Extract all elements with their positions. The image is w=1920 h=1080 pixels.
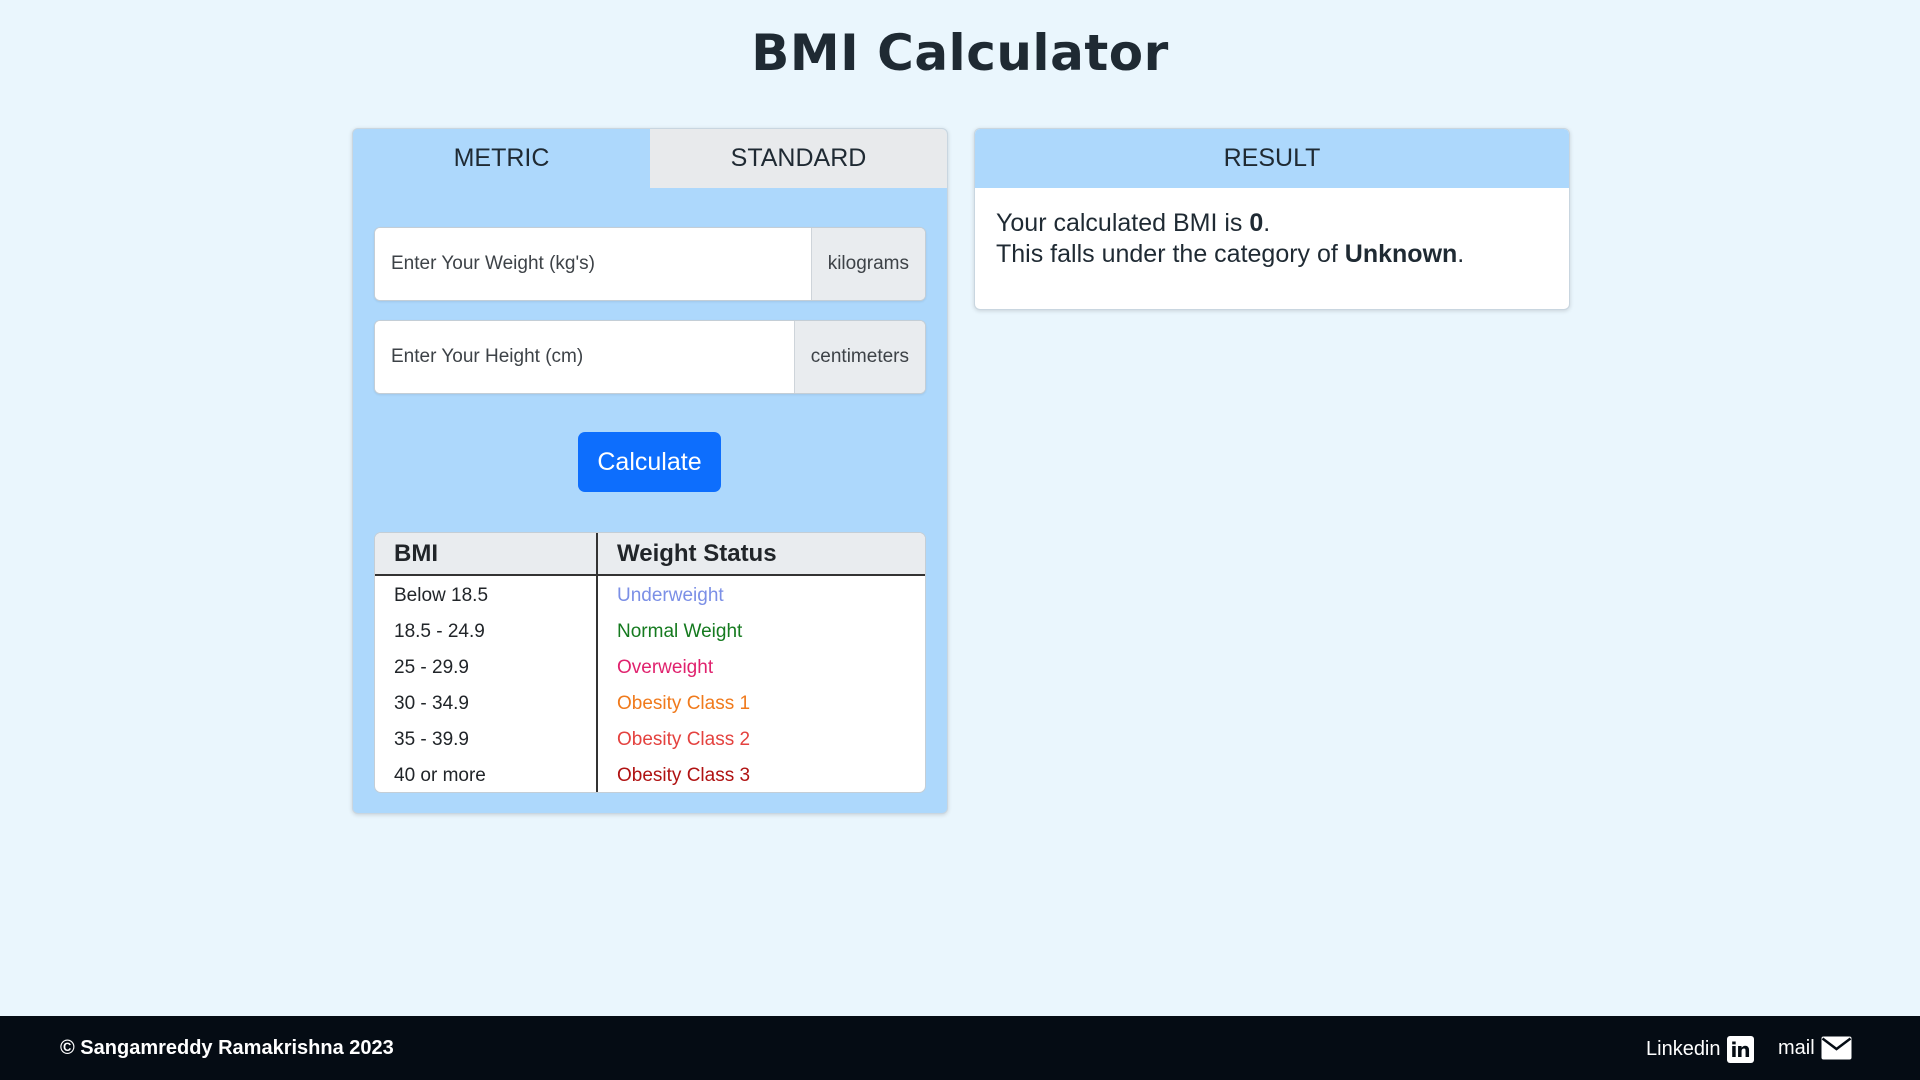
column-header-weight-status: Weight Status	[597, 533, 925, 576]
bmi-range-cell: 30 - 34.9	[375, 686, 598, 722]
bmi-result-suffix: .	[1263, 209, 1271, 237]
calculator-card: METRIC STANDARD kilograms centimeters Ca…	[352, 128, 948, 814]
tab-metric[interactable]: METRIC	[353, 129, 650, 188]
envelope-icon	[1821, 1036, 1852, 1060]
weight-status-cell: Obesity Class 3	[617, 765, 751, 786]
table-row: 35 - 39.9 Obesity Class 2	[375, 722, 925, 758]
page-title: BMI Calculator	[751, 24, 1169, 82]
table-row: 18.5 - 24.9 Normal Weight	[375, 614, 925, 650]
result-card: RESULT Your calculated BMI is 0. This fa…	[974, 128, 1570, 310]
unit-tabs: METRIC STANDARD	[353, 129, 947, 188]
mail-link[interactable]: mail	[1778, 1036, 1852, 1060]
height-unit-label: centimeters	[793, 321, 925, 393]
bmi-range-cell: 25 - 29.9	[375, 650, 598, 686]
category-suffix: .	[1457, 240, 1465, 268]
result-header: RESULT	[975, 129, 1569, 188]
bmi-range-cell: 35 - 39.9	[375, 722, 598, 758]
table-row: 25 - 29.9 Overweight	[375, 650, 925, 686]
bmi-result-line: Your calculated BMI is 0.	[996, 208, 1548, 239]
table-row: 30 - 34.9 Obesity Class 1	[375, 686, 925, 722]
calculate-button[interactable]: Calculate	[578, 432, 721, 492]
height-input[interactable]	[375, 321, 794, 393]
linkedin-icon: in	[1726, 1036, 1754, 1063]
bmi-range-cell: 18.5 - 24.9	[375, 614, 598, 650]
category-result-line: This falls under the category of Unknown…	[996, 239, 1548, 270]
table-row: 40 or more Obesity Class 3	[375, 758, 925, 792]
linkedin-link[interactable]: Linkedin in	[1646, 1036, 1754, 1063]
bmi-value: 0	[1249, 209, 1264, 237]
table-row: Below 18.5 Underweight	[375, 575, 925, 614]
category-prefix: This falls under the category of	[996, 240, 1345, 268]
table-header-row: BMI Weight Status	[375, 533, 925, 576]
result-text: Your calculated BMI is 0. This falls und…	[975, 188, 1569, 290]
bmi-category: Unknown	[1344, 240, 1458, 268]
mail-label: mail	[1778, 1036, 1815, 1059]
weight-status-cell: Normal Weight	[617, 621, 743, 642]
height-input-group: centimeters	[374, 320, 926, 394]
weight-input-group: kilograms	[374, 227, 926, 301]
bmi-result-prefix: Your calculated BMI is	[996, 209, 1250, 237]
copyright-text: © Sangamreddy Ramakrishna 2023	[60, 1037, 394, 1059]
weight-input[interactable]	[375, 228, 811, 300]
weight-unit-label: kilograms	[810, 228, 925, 300]
weight-status-cell: Overweight	[617, 657, 714, 678]
weight-status-cell: Obesity Class 1	[617, 693, 751, 714]
tab-standard[interactable]: STANDARD	[650, 129, 947, 188]
footer: © Sangamreddy Ramakrishna 2023 Linkedin …	[0, 1016, 1920, 1080]
linkedin-label: Linkedin	[1646, 1038, 1721, 1060]
weight-status-cell: Underweight	[617, 585, 724, 606]
bmi-range-cell: 40 or more	[375, 758, 598, 792]
column-header-bmi: BMI	[375, 533, 598, 576]
bmi-range-cell: Below 18.5	[375, 575, 598, 614]
bmi-reference-table: BMI Weight Status Below 18.5 Underweight…	[374, 532, 926, 793]
weight-status-cell: Obesity Class 2	[617, 729, 751, 750]
